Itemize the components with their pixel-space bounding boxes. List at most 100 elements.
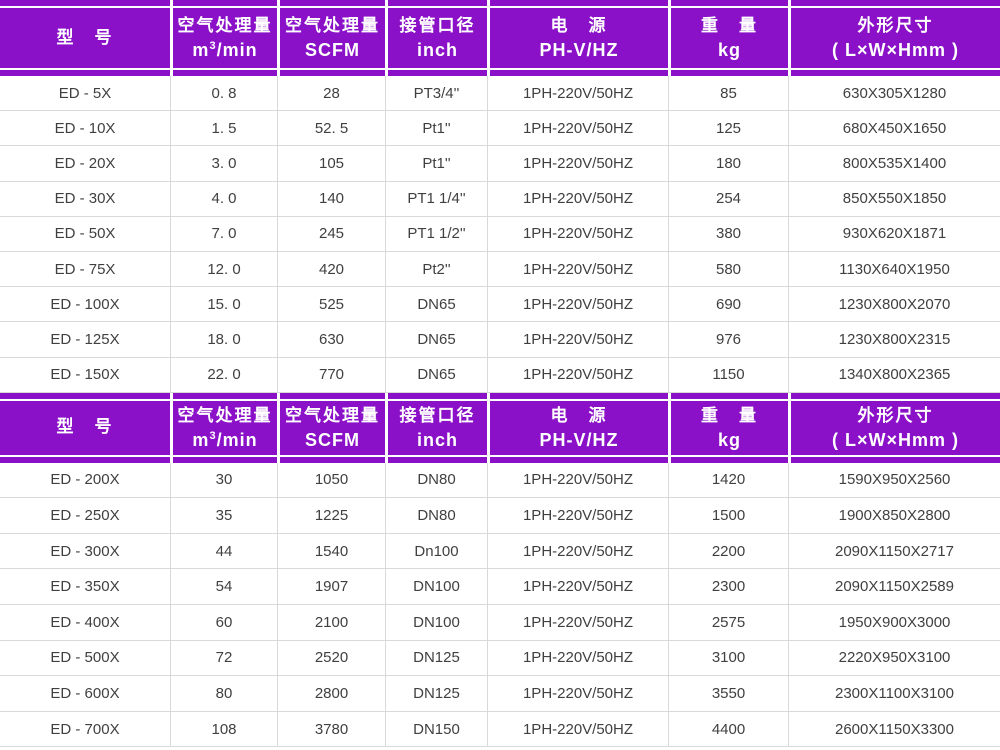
cell-capacity-m3min: 60 (170, 605, 277, 640)
column-header-label: 空气处理量 (285, 404, 380, 429)
cell-model: ED - 5X (0, 76, 170, 110)
table-header-section-2: 型 号 空气处理量 m3/min 空气处理量 SCFM 接管口径 inch 电 … (0, 393, 1000, 463)
table-row: ED - 400X602100DN1001PH-220V/50HZ2575195… (0, 605, 1000, 641)
cell-power: 1PH-220V/50HZ (487, 641, 668, 676)
column-header-label: 空气处理量 (285, 14, 380, 39)
cell-power: 1PH-220V/50HZ (487, 534, 668, 569)
table-row: ED - 250X351225DN801PH-220V/50HZ15001900… (0, 498, 1000, 534)
cell-dimensions: 2090X1150X2589 (788, 569, 1000, 604)
cell-weight: 2575 (668, 605, 788, 640)
cell-capacity-scfm: 245 (277, 217, 385, 251)
cell-capacity-scfm: 770 (277, 358, 385, 392)
column-header-unit: m3/min (192, 429, 257, 452)
cell-capacity-scfm: 630 (277, 322, 385, 356)
cell-port-size: DN100 (385, 569, 487, 604)
cell-dimensions: 1900X850X2800 (788, 498, 1000, 533)
cell-capacity-scfm: 105 (277, 146, 385, 180)
cell-capacity-m3min: 18. 0 (170, 322, 277, 356)
column-header-unit: kg (718, 39, 741, 62)
column-header-label: 重 量 (701, 404, 758, 429)
cell-capacity-m3min: 1. 5 (170, 111, 277, 145)
cell-capacity-scfm: 1540 (277, 534, 385, 569)
cell-dimensions: 850X550X1850 (788, 182, 1000, 216)
cell-capacity-scfm: 1225 (277, 498, 385, 533)
cell-model: ED - 400X (0, 605, 170, 640)
cell-weight: 180 (668, 146, 788, 180)
column-header-label: 型 号 (57, 26, 114, 51)
cell-dimensions: 1340X800X2365 (788, 358, 1000, 392)
cell-capacity-m3min: 35 (170, 498, 277, 533)
column-header-label: 外形尺寸 (858, 404, 934, 429)
cell-model: ED - 10X (0, 111, 170, 145)
cell-weight: 2200 (668, 534, 788, 569)
column-header-capacity-m3min: 空气处理量 m3/min (170, 393, 277, 463)
column-header-label: 接管口径 (400, 404, 476, 429)
cell-model: ED - 250X (0, 498, 170, 533)
cell-capacity-scfm: 140 (277, 182, 385, 216)
column-header-port-size: 接管口径 inch (385, 393, 487, 463)
table-row: ED - 75X12. 0420Pt2''1PH-220V/50HZ580113… (0, 252, 1000, 287)
column-header-unit: m3/min (192, 39, 257, 62)
table-body-section-1: ED - 5X0. 828PT3/4''1PH-220V/50HZ85630X3… (0, 76, 1000, 393)
cell-model: ED - 50X (0, 217, 170, 251)
cell-dimensions: 1230X800X2070 (788, 287, 1000, 321)
column-header-capacity-scfm: 空气处理量 SCFM (277, 0, 385, 76)
column-header-label: 空气处理量 (178, 404, 273, 429)
cell-power: 1PH-220V/50HZ (487, 569, 668, 604)
cell-capacity-m3min: 22. 0 (170, 358, 277, 392)
column-header-unit: inch (417, 39, 458, 62)
table-row: ED - 350X541907DN1001PH-220V/50HZ2300209… (0, 569, 1000, 605)
cell-weight: 1420 (668, 463, 788, 498)
cell-weight: 380 (668, 217, 788, 251)
table-body-section-2: ED - 200X301050DN801PH-220V/50HZ14201590… (0, 463, 1000, 748)
table-row: ED - 10X1. 552. 5Pt1''1PH-220V/50HZ12568… (0, 111, 1000, 146)
cell-weight: 580 (668, 252, 788, 286)
cell-model: ED - 20X (0, 146, 170, 180)
cell-port-size: Pt1'' (385, 146, 487, 180)
table-row: ED - 200X301050DN801PH-220V/50HZ14201590… (0, 463, 1000, 499)
cell-capacity-m3min: 12. 0 (170, 252, 277, 286)
cell-power: 1PH-220V/50HZ (487, 111, 668, 145)
column-header-unit: ( L×W×Hmm ) (832, 39, 959, 62)
cell-model: ED - 150X (0, 358, 170, 392)
column-header-unit: inch (417, 429, 458, 452)
cell-power: 1PH-220V/50HZ (487, 358, 668, 392)
cell-capacity-scfm: 3780 (277, 712, 385, 747)
cell-power: 1PH-220V/50HZ (487, 287, 668, 321)
column-header-model: 型 号 (0, 0, 170, 76)
cell-weight: 3100 (668, 641, 788, 676)
column-header-unit: SCFM (305, 429, 360, 452)
cell-port-size: Pt1'' (385, 111, 487, 145)
column-header-dimensions: 外形尺寸 ( L×W×Hmm ) (788, 0, 1000, 76)
cell-port-size: DN80 (385, 498, 487, 533)
cell-port-size: DN65 (385, 322, 487, 356)
cell-capacity-m3min: 54 (170, 569, 277, 604)
table-row: ED - 5X0. 828PT3/4''1PH-220V/50HZ85630X3… (0, 76, 1000, 111)
table-row: ED - 20X3. 0105Pt1''1PH-220V/50HZ180800X… (0, 146, 1000, 181)
column-header-label: 电 源 (551, 404, 608, 429)
table-row: ED - 50X7. 0245PT1 1/2''1PH-220V/50HZ380… (0, 217, 1000, 252)
cell-port-size: Dn100 (385, 534, 487, 569)
cell-capacity-scfm: 1050 (277, 463, 385, 498)
cell-dimensions: 800X535X1400 (788, 146, 1000, 180)
cell-weight: 125 (668, 111, 788, 145)
cell-power: 1PH-220V/50HZ (487, 463, 668, 498)
cell-capacity-scfm: 525 (277, 287, 385, 321)
cell-power: 1PH-220V/50HZ (487, 322, 668, 356)
table-row: ED - 125X18. 0630DN651PH-220V/50HZ976123… (0, 322, 1000, 357)
column-header-unit: ( L×W×Hmm ) (832, 429, 959, 452)
cell-power: 1PH-220V/50HZ (487, 712, 668, 747)
cell-dimensions: 2300X1100X3100 (788, 676, 1000, 711)
cell-capacity-scfm: 2520 (277, 641, 385, 676)
cell-port-size: PT1 1/4'' (385, 182, 487, 216)
cell-dimensions: 930X620X1871 (788, 217, 1000, 251)
cell-capacity-m3min: 80 (170, 676, 277, 711)
cell-capacity-scfm: 1907 (277, 569, 385, 604)
cell-capacity-m3min: 72 (170, 641, 277, 676)
cell-dimensions: 630X305X1280 (788, 76, 1000, 110)
cell-capacity-m3min: 4. 0 (170, 182, 277, 216)
cell-dimensions: 680X450X1650 (788, 111, 1000, 145)
column-header-unit: SCFM (305, 39, 360, 62)
cell-port-size: DN65 (385, 287, 487, 321)
cell-power: 1PH-220V/50HZ (487, 605, 668, 640)
